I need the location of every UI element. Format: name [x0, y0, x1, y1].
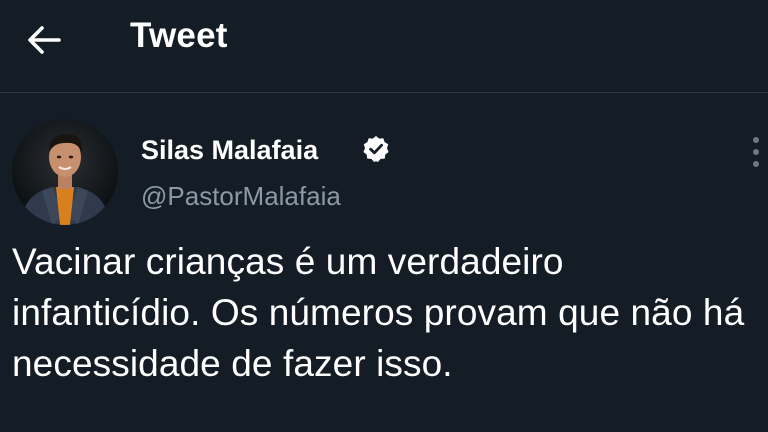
more-vertical-icon [753, 137, 759, 143]
tweet-screen: Tweet Silas Malafaia @PastorMalafaia Vac… [0, 0, 768, 432]
avatar[interactable] [12, 119, 118, 225]
author-name[interactable]: Silas Malafaia [141, 135, 318, 166]
tweet-card: Silas Malafaia @PastorMalafaia Vacinar c… [0, 93, 768, 432]
tweet-text: Vacinar crianças é um verdadeiro infanti… [12, 241, 745, 384]
more-options-button[interactable] [744, 133, 768, 173]
page-title: Tweet [130, 16, 228, 55]
more-vertical-icon-dot [753, 161, 759, 167]
avatar-photo [12, 119, 118, 225]
arrow-left-icon [28, 26, 61, 54]
more-vertical-icon-dot [753, 149, 759, 155]
verified-badge-icon [363, 136, 389, 162]
author-handle[interactable]: @PastorMalafaia [141, 181, 341, 212]
top-bar: Tweet [0, 0, 768, 90]
back-button[interactable] [22, 20, 66, 60]
